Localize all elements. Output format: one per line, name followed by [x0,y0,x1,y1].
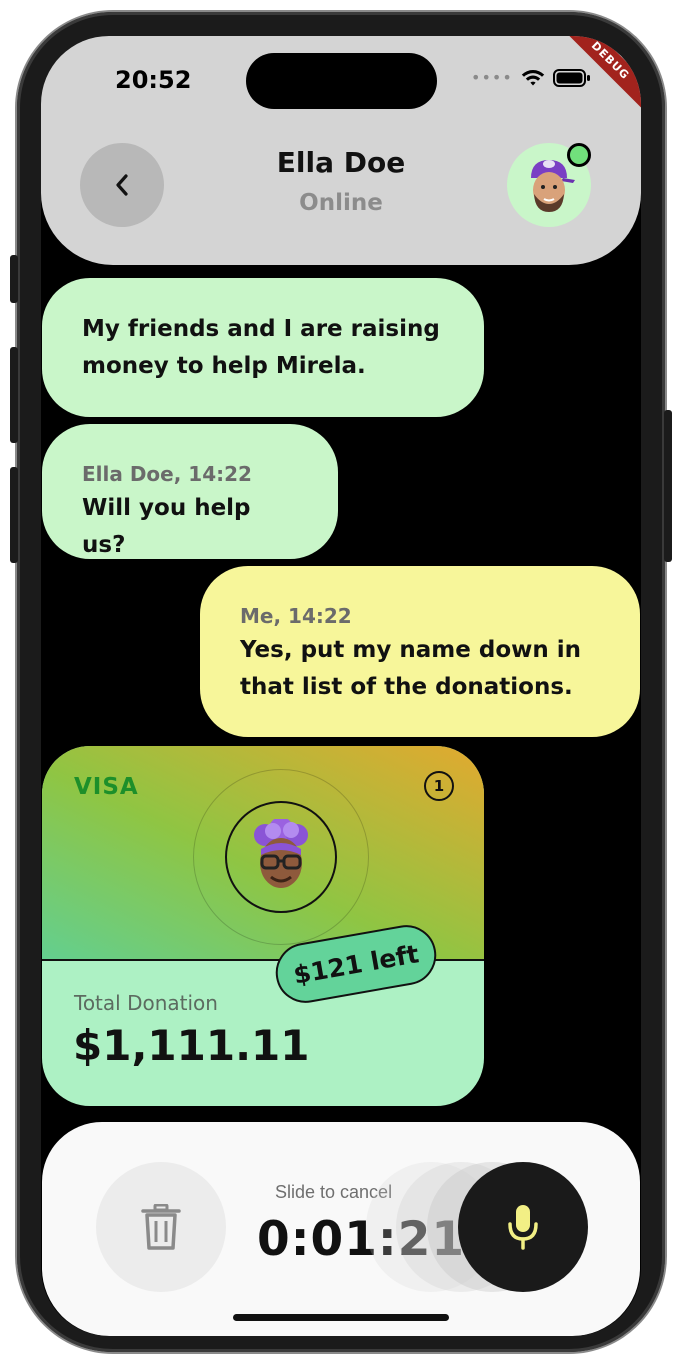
avatar-memoji-icon [254,819,308,888]
signal-dots-icon: •••• [471,68,513,87]
card-brand: VISA [74,774,139,800]
power-button [664,410,672,562]
status-time: 20:52 [115,66,192,94]
voice-recording-bar: Slide to cancel 0:01:21 [42,1122,640,1336]
trash-icon [141,1204,181,1250]
donation-card[interactable]: VISA 1 $121 left Total Donation $1,111.1… [42,746,484,1106]
volume-up-button [10,347,18,443]
message-text-line: Yes, put my name down in [240,637,582,663]
chat-header: 20:52 •••• DEBUG Ella Doe Online [41,36,641,265]
message-meta: Me, 14:22 [240,604,352,628]
card-count-badge: 1 [424,771,454,801]
home-indicator[interactable] [233,1314,449,1321]
volume-down-button [10,467,18,563]
wifi-icon [521,70,544,86]
total-donation-label: Total Donation [74,991,218,1015]
message-text-line: that list of the donations. [240,674,573,700]
message-bubble-outgoing[interactable]: Me, 14:22 Yes, put my name down in that … [200,566,640,737]
message-text-line: money to help Mirela. [82,353,366,379]
message-text-line: My friends and I are raising [82,316,440,342]
dynamic-island [246,53,437,109]
action-button [10,255,18,303]
message-meta: Ella Doe, 14:22 [82,462,252,486]
record-mic-button[interactable] [458,1162,588,1292]
microphone-icon [508,1205,538,1250]
online-status-dot [567,143,591,167]
donor-avatar [225,801,337,913]
message-bubble-incoming[interactable]: My friends and I are raising money to he… [42,278,484,417]
message-bubble-incoming[interactable]: Ella Doe, 14:22 Will you help us? [42,424,338,559]
status-icons: •••• [471,68,591,88]
delete-recording-button[interactable] [96,1162,226,1292]
screen: 20:52 •••• DEBUG Ella Doe Online My frie… [41,36,641,1336]
message-text-line: Will you help us? [82,495,251,558]
battery-icon [552,69,590,87]
total-donation-value: $1,111.11 [73,1021,310,1070]
avatar-memoji-icon [531,160,575,212]
